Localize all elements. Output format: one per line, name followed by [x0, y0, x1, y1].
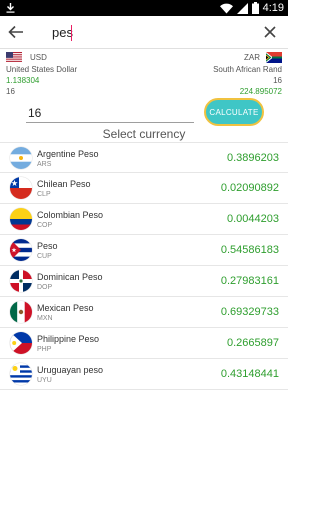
currency-name: Mexican Peso — [37, 303, 94, 313]
list-item[interactable]: Chilean Peso CLP 0.02090892 — [0, 173, 288, 204]
currency-rate: 0.27983161 — [220, 275, 279, 287]
uruguay-flag-icon — [10, 363, 32, 385]
cuba-flag-icon — [10, 239, 32, 261]
list-item[interactable]: Dominican Peso DOP 0.27983161 — [0, 266, 288, 297]
chile-flag-icon — [10, 177, 32, 199]
battery-icon — [251, 2, 259, 14]
currency-code: CUP — [37, 253, 52, 260]
currency-name: Peso — [37, 241, 58, 251]
appbar-divider — [0, 48, 288, 49]
south-africa-flag-icon[interactable] — [266, 52, 282, 63]
currency-name: Uruguayan peso — [37, 365, 104, 375]
currency-code: COP — [37, 222, 53, 229]
list-item[interactable]: Mexican Peso MXN 0.69329733 — [0, 297, 288, 328]
from-amount: 16 — [6, 87, 15, 96]
to-currency-name: South African Rand — [213, 65, 282, 74]
status-time: 4:19 — [262, 2, 284, 14]
calculate-button[interactable]: CALCULATE — [204, 98, 264, 126]
usa-flag-icon[interactable] — [6, 52, 22, 63]
currency-code: CLP — [37, 191, 51, 198]
search-bar — [0, 16, 288, 48]
signal-icon — [236, 2, 248, 14]
currency-rate: 0.0044203 — [227, 213, 279, 225]
philippines-flag-icon — [10, 332, 32, 354]
status-bar: 4:19 — [0, 0, 288, 16]
list-item[interactable]: Uruguayan peso UYU 0.43148441 — [0, 359, 288, 390]
currency-name: Dominican Peso — [37, 272, 103, 282]
conversion-summary: USD ZAR United States Dollar South Afric… — [0, 50, 288, 98]
amount-input[interactable] — [26, 103, 194, 123]
currency-rate: 0.69329733 — [220, 306, 279, 318]
from-currency-code: USD — [30, 53, 47, 62]
currency-rate: 0.02090892 — [220, 182, 279, 194]
currency-name: Colombian Peso — [37, 210, 104, 220]
mexico-flag-icon — [10, 301, 32, 323]
list-item[interactable]: Argentine Peso ARS 0.3896203 — [0, 142, 288, 173]
argentina-flag-icon — [10, 147, 32, 169]
currency-code: PHP — [37, 346, 52, 353]
from-rate: 1.138304 — [6, 76, 40, 85]
currency-code: ARS — [37, 161, 52, 168]
back-arrow-icon[interactable] — [6, 22, 26, 42]
list-item[interactable]: Philippine Peso PHP 0.2665897 — [0, 328, 288, 359]
currency-rate: 0.43148441 — [220, 368, 279, 380]
close-icon[interactable] — [260, 22, 280, 42]
colombia-flag-icon — [10, 208, 32, 230]
currency-code: MXN — [37, 315, 53, 322]
currency-code: UYU — [37, 377, 52, 384]
dominican-republic-flag-icon — [10, 270, 32, 292]
currency-code: DOP — [37, 284, 53, 291]
conversion-result: 224.895072 — [239, 87, 282, 96]
list-item[interactable]: Peso CUP 0.54586183 — [0, 235, 288, 266]
currency-name: Argentine Peso — [37, 149, 99, 159]
currency-list: Argentine Peso ARS 0.3896203 Chilean Pes… — [0, 142, 288, 390]
text-cursor — [71, 25, 72, 41]
download-icon — [6, 3, 15, 13]
from-currency-name: United States Dollar — [6, 65, 78, 74]
currency-name: Philippine Peso — [37, 334, 100, 344]
list-item[interactable]: Colombian Peso COP 0.0044203 — [0, 204, 288, 235]
currency-rate: 0.3896203 — [227, 152, 279, 164]
currency-rate: 0.2665897 — [227, 337, 279, 349]
wifi-icon — [219, 3, 233, 13]
select-currency-heading: Select currency — [102, 127, 186, 141]
search-input[interactable] — [52, 22, 252, 42]
status-icons: 4:19 — [219, 1, 284, 15]
to-currency-code: ZAR — [244, 53, 260, 62]
currency-rate: 0.54586183 — [220, 244, 279, 256]
currency-name: Chilean Peso — [37, 179, 91, 189]
to-amount: 16 — [273, 76, 282, 85]
